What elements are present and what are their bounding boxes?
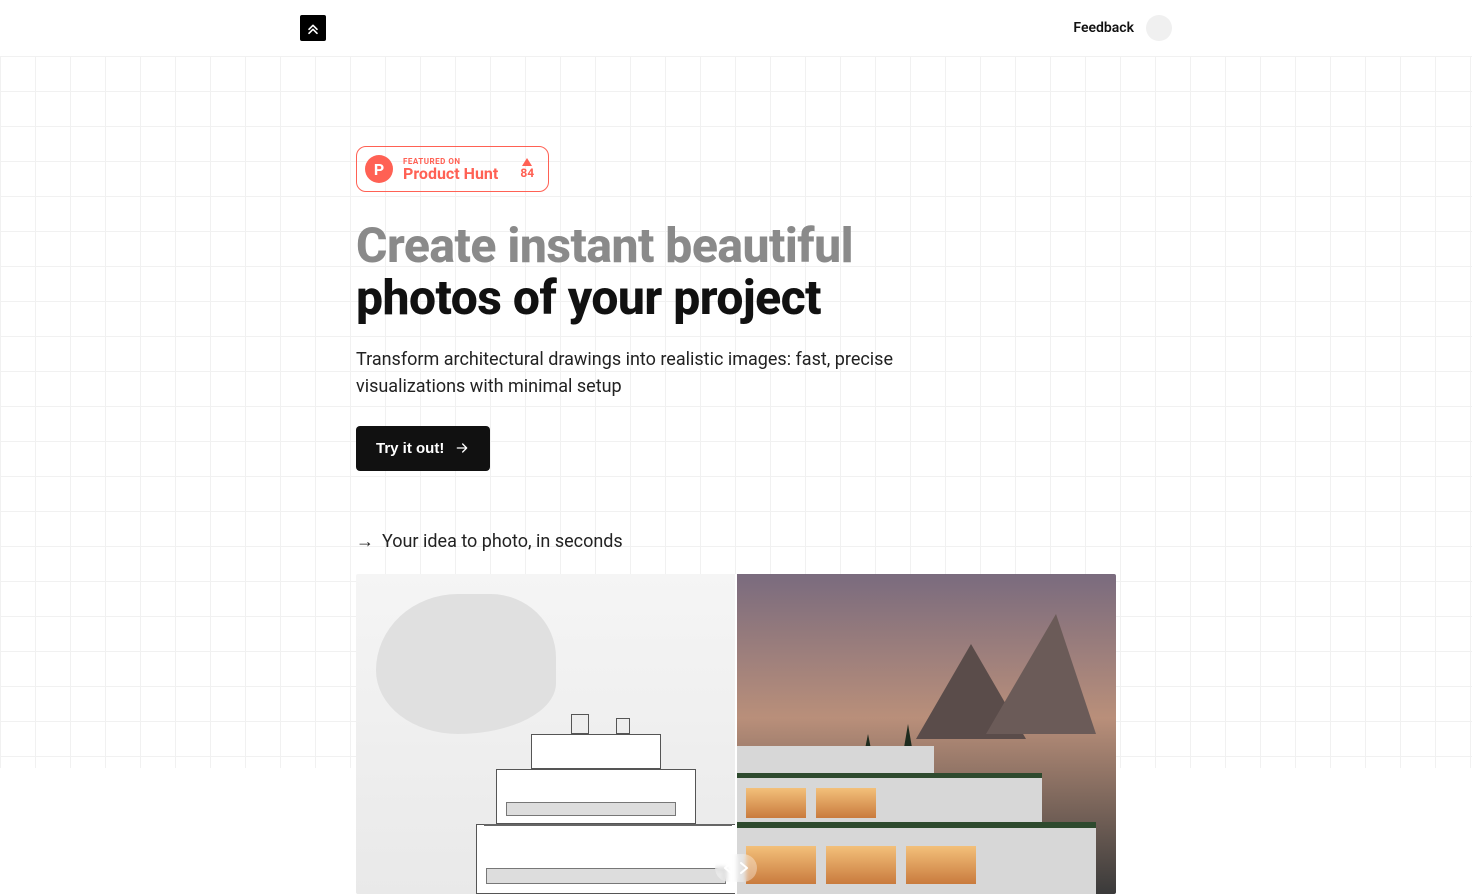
product-hunt-upvotes: 84 <box>520 158 534 180</box>
hero-subheading: Transform architectural drawings into re… <box>356 346 976 400</box>
upvote-count: 84 <box>520 166 534 180</box>
site-logo[interactable] <box>300 15 326 41</box>
tagline: → Your idea to photo, in seconds <box>356 531 1116 552</box>
hero-headline: Create instant beautiful photos of your … <box>356 220 1116 324</box>
logo-chevrons-icon <box>305 20 321 36</box>
tagline-text: Your idea to photo, in seconds <box>382 531 623 552</box>
feedback-link[interactable]: Feedback <box>1073 20 1134 36</box>
chevron-right-icon <box>739 862 749 874</box>
arrow-right-icon <box>454 440 470 456</box>
cta-label: Try it out! <box>376 440 444 457</box>
main-content: P FEATURED ON Product Hunt 84 Create ins… <box>356 56 1116 894</box>
chevron-left-icon <box>723 862 733 874</box>
render-house <box>736 744 1096 894</box>
product-hunt-text: FEATURED ON Product Hunt <box>403 157 498 182</box>
upvote-triangle-icon <box>522 158 532 166</box>
comparison-after <box>736 574 1116 894</box>
tagline-arrow: → <box>356 531 374 552</box>
product-hunt-name: Product Hunt <box>403 166 498 182</box>
product-hunt-logo-icon: P <box>365 155 393 183</box>
avatar[interactable] <box>1146 15 1172 41</box>
before-after-comparison[interactable] <box>356 574 1116 894</box>
header-right: Feedback <box>1073 15 1172 41</box>
wireframe-house <box>476 724 736 894</box>
comparison-slider-handle[interactable] <box>715 854 757 882</box>
wireframe-mountain <box>376 594 556 734</box>
comparison-before <box>356 574 736 894</box>
site-header: Feedback <box>0 0 1472 56</box>
product-hunt-badge[interactable]: P FEATURED ON Product Hunt 84 <box>356 146 549 192</box>
headline-line-2: photos of your project <box>356 272 1116 324</box>
render-mountain-peak <box>986 614 1096 734</box>
comparison-divider <box>735 574 737 894</box>
headline-line-1: Create instant beautiful <box>356 220 1116 272</box>
try-it-out-button[interactable]: Try it out! <box>356 426 490 471</box>
